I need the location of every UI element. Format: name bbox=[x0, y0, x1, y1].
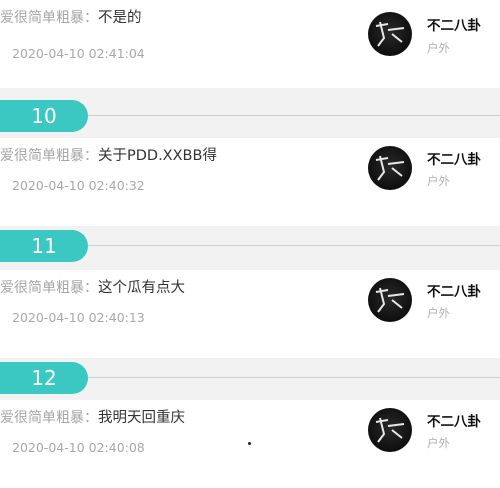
avatar-icon[interactable] bbox=[368, 278, 412, 322]
author-category: 户外 bbox=[427, 174, 450, 188]
comment-card[interactable]: 爱很简单粗暴：关于PDD.XXBB得 2020-04-10 02:40:32 不… bbox=[0, 138, 500, 226]
avatar-icon[interactable] bbox=[368, 146, 412, 190]
comment-line: 爱很简单粗暴：我明天回重庆 bbox=[0, 406, 185, 427]
comment-line: 爱很简单粗暴：不是的 bbox=[0, 6, 142, 27]
comment-text: 这个瓜有点大 bbox=[98, 280, 185, 296]
comment-number-row: 10 bbox=[0, 100, 500, 132]
comment-author-prefix: 爱很简单粗暴： bbox=[0, 148, 98, 164]
comment-timestamp: 2020-04-10 02:40:32 bbox=[12, 178, 145, 193]
comment-text: 我明天回重庆 bbox=[98, 410, 185, 426]
comment-timestamp: 2020-04-10 02:40:13 bbox=[12, 310, 145, 325]
divider-line bbox=[88, 115, 500, 116]
comment-author-prefix: 爱很简单粗暴： bbox=[0, 410, 98, 426]
comment-line: 爱很简单粗暴：关于PDD.XXBB得 bbox=[0, 144, 217, 165]
divider-line bbox=[88, 245, 500, 246]
comment-line: 爱很简单粗暴：这个瓜有点大 bbox=[0, 276, 185, 297]
indicator-dot bbox=[248, 442, 251, 445]
author-name[interactable]: 不二八卦 bbox=[427, 14, 481, 34]
comment-card[interactable]: 爱很简单粗暴：不是的 2020-04-10 02:41:04 不二八卦 户外 bbox=[0, 0, 500, 88]
comment-author-prefix: 爱很简单粗暴： bbox=[0, 10, 98, 26]
author-category: 户外 bbox=[427, 306, 450, 320]
comment-number-badge: 10 bbox=[0, 100, 88, 132]
comment-number-row: 12 bbox=[0, 362, 500, 394]
author-name[interactable]: 不二八卦 bbox=[427, 148, 481, 168]
comment-number-row: 11 bbox=[0, 230, 500, 262]
comment-number-badge: 11 bbox=[0, 230, 88, 262]
comment-text: 关于PDD.XXBB得 bbox=[98, 148, 217, 164]
author-name[interactable]: 不二八卦 bbox=[427, 280, 481, 300]
divider-line bbox=[88, 377, 500, 378]
comment-text: 不是的 bbox=[98, 10, 142, 26]
author-category: 户外 bbox=[427, 436, 450, 450]
author-name[interactable]: 不二八卦 bbox=[427, 410, 481, 430]
comment-number-badge: 12 bbox=[0, 362, 88, 394]
avatar-icon[interactable] bbox=[368, 408, 412, 452]
avatar-icon[interactable] bbox=[368, 12, 412, 56]
author-category: 户外 bbox=[427, 41, 450, 55]
comment-timestamp: 2020-04-10 02:41:04 bbox=[12, 46, 145, 61]
comment-card[interactable]: 爱很简单粗暴：这个瓜有点大 2020-04-10 02:40:13 不二八卦 户… bbox=[0, 270, 500, 358]
comment-author-prefix: 爱很简单粗暴： bbox=[0, 280, 98, 296]
